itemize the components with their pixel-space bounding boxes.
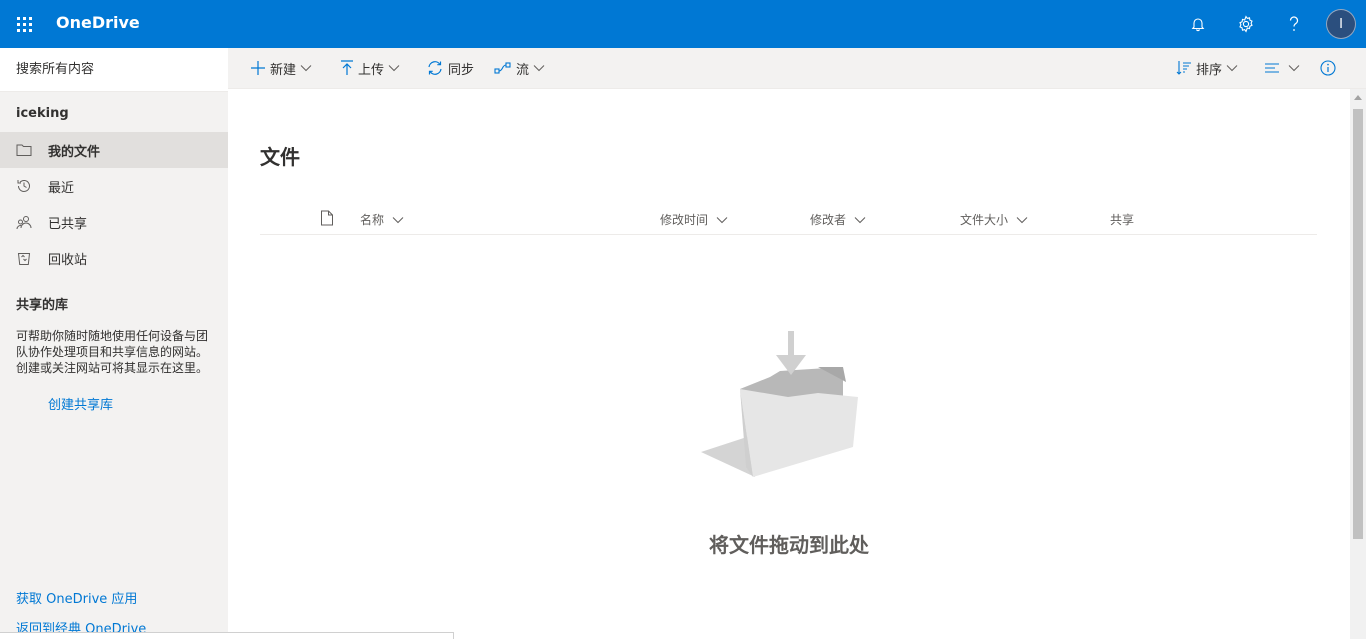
get-app-link[interactable]: 获取 OneDrive 应用 xyxy=(16,588,137,607)
notifications-button[interactable] xyxy=(1174,0,1222,48)
chevron-down-icon xyxy=(533,65,545,72)
waffle-icon xyxy=(16,16,32,32)
plus-icon xyxy=(251,61,265,75)
shared-libraries-description: 可帮助你随时随地使用任何设备与团队协作处理项目和共享信息的网站。创建或关注网站可… xyxy=(16,329,209,375)
command-bar: 新建 上传 同步 流 排序 xyxy=(228,48,1366,89)
avatar[interactable]: I xyxy=(1326,9,1356,39)
people-icon xyxy=(0,214,48,230)
sidebar-item-label: 我的文件 xyxy=(48,144,101,160)
chevron-down-icon xyxy=(1288,65,1300,72)
chevron-down-icon xyxy=(854,216,866,223)
scrollbar-thumb[interactable] xyxy=(1353,109,1363,539)
create-shared-library-link[interactable]: 创建共享库 xyxy=(48,394,113,413)
document-icon xyxy=(321,210,333,226)
sidebar-item-shared[interactable]: 已共享 xyxy=(0,204,228,240)
chevron-down-icon xyxy=(716,216,728,223)
help-button[interactable] xyxy=(1270,0,1318,48)
settings-button[interactable] xyxy=(1222,0,1270,48)
top-bar: OneDrive I xyxy=(0,0,1366,48)
status-strip xyxy=(0,632,454,639)
column-header-row: 名称 修改时间 修改者 文件大小 共享 xyxy=(260,203,1317,235)
column-file-size[interactable]: 文件大小 xyxy=(960,211,1028,228)
chevron-down-icon xyxy=(392,216,404,223)
chevron-down-icon xyxy=(300,65,312,72)
column-label: 修改者 xyxy=(810,213,847,227)
page-title: 文件 xyxy=(260,145,300,169)
new-button[interactable]: 新建 xyxy=(250,48,312,88)
info-icon xyxy=(1320,60,1336,76)
flow-label: 流 xyxy=(516,62,530,78)
scroll-up-arrow-icon[interactable] xyxy=(1354,95,1362,100)
column-label: 名称 xyxy=(360,213,385,227)
column-sharing[interactable]: 共享 xyxy=(1110,211,1134,228)
flow-icon xyxy=(494,62,511,74)
sync-icon xyxy=(428,61,442,75)
sidebar-item-my-files[interactable]: 我的文件 xyxy=(0,132,228,168)
column-label: 文件大小 xyxy=(960,213,1009,227)
app-title[interactable]: OneDrive xyxy=(56,0,140,48)
column-modified[interactable]: 修改时间 xyxy=(660,211,728,228)
empty-folder-illustration xyxy=(701,331,858,477)
sidebar-item-recycle-bin[interactable]: 回收站 xyxy=(0,240,228,276)
list-view-icon xyxy=(1265,63,1279,73)
chevron-down-icon xyxy=(1226,65,1238,72)
sort-label: 排序 xyxy=(1196,62,1223,78)
main-content: 文件 名称 修改时间 修改者 文件大小 共享 将文件拖动到此处 xyxy=(228,89,1350,639)
flow-button[interactable]: 流 xyxy=(494,48,545,88)
sort-icon xyxy=(1176,61,1191,75)
sidebar-item-label: 最近 xyxy=(48,180,75,196)
sidebar-item-label: 已共享 xyxy=(48,216,88,232)
sync-button[interactable]: 同步 xyxy=(426,48,478,88)
file-type-column[interactable] xyxy=(320,210,334,226)
upload-button[interactable]: 上传 xyxy=(340,48,400,88)
app-launcher-button[interactable] xyxy=(0,0,48,48)
sort-button[interactable]: 排序 xyxy=(1176,48,1238,88)
user-name: iceking xyxy=(16,106,69,121)
folder-icon xyxy=(0,143,48,157)
sidebar-item-label: 回收站 xyxy=(48,252,88,268)
shared-libraries-title: 共享的库 xyxy=(16,298,69,313)
column-modified-by[interactable]: 修改者 xyxy=(810,211,866,228)
new-label: 新建 xyxy=(270,62,297,78)
empty-state-message: 将文件拖动到此处 xyxy=(709,533,869,557)
upload-icon xyxy=(341,60,353,75)
chevron-down-icon xyxy=(1016,216,1028,223)
upload-label: 上传 xyxy=(358,62,385,78)
sidebar-item-recent[interactable]: 最近 xyxy=(0,168,228,204)
help-icon xyxy=(1289,16,1299,31)
view-options-button[interactable] xyxy=(1264,48,1300,88)
bell-icon xyxy=(1191,18,1205,32)
info-pane-button[interactable] xyxy=(1320,48,1336,88)
gear-icon xyxy=(1239,15,1253,33)
column-name[interactable]: 名称 xyxy=(360,211,404,228)
recycle-bin-icon xyxy=(0,250,48,266)
column-label: 修改时间 xyxy=(660,213,709,227)
search-input[interactable]: 搜索所有内容 xyxy=(0,48,228,92)
vertical-scrollbar[interactable] xyxy=(1350,89,1366,639)
history-icon xyxy=(0,178,48,194)
sync-label: 同步 xyxy=(448,62,475,78)
column-label: 共享 xyxy=(1110,213,1135,227)
sidebar: 搜索所有内容 iceking 我的文件 最近 已共享 回收站 共享的库 可帮助你… xyxy=(0,48,228,639)
chevron-down-icon xyxy=(388,65,400,72)
